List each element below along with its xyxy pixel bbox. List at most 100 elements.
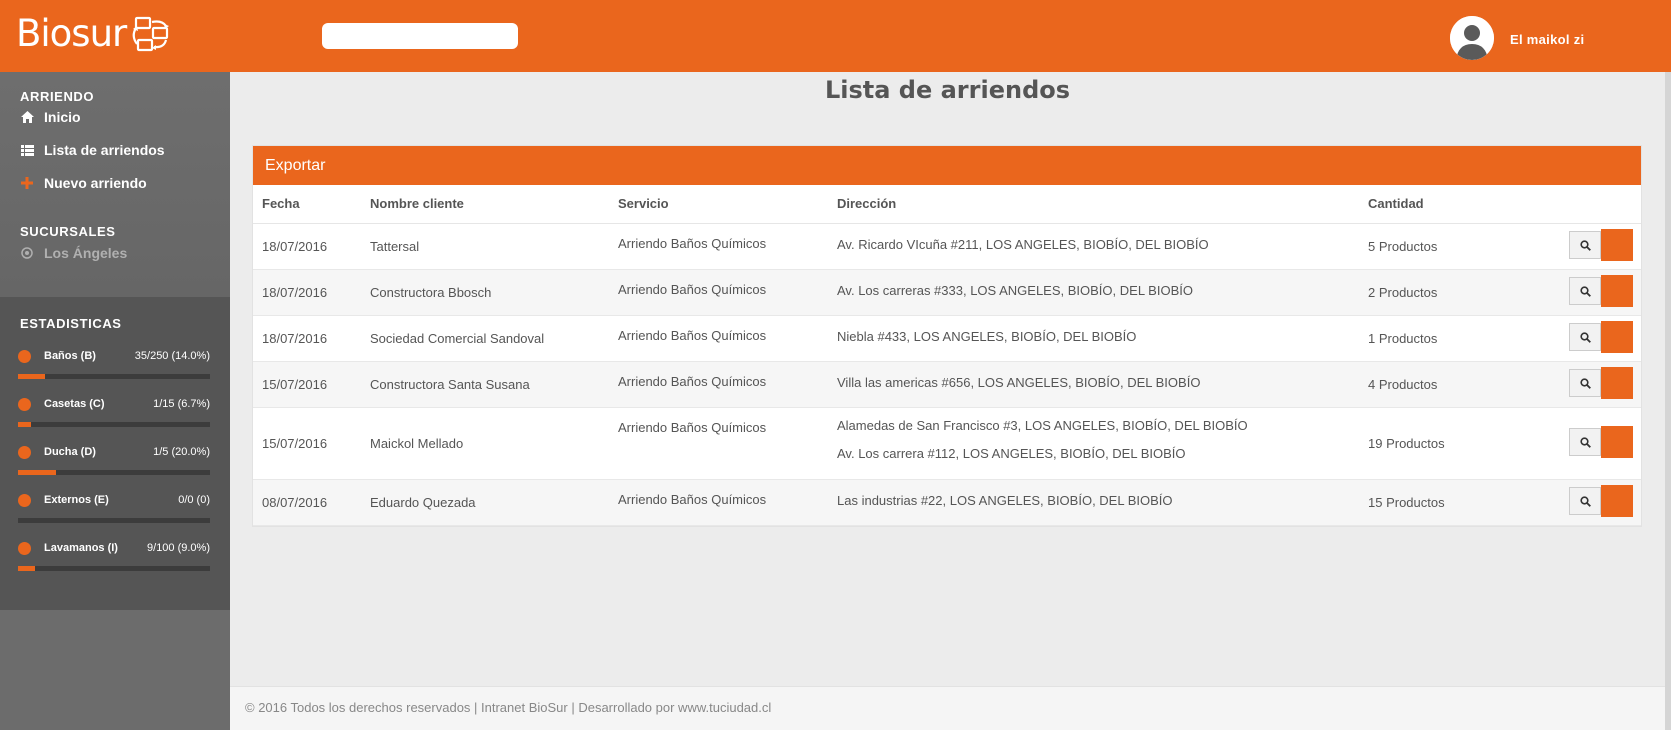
sidebar-heading-sucursales: SUCURSALES	[20, 224, 116, 239]
home-icon	[20, 111, 34, 123]
search-icon	[1579, 436, 1591, 448]
cell-actions	[1513, 315, 1641, 362]
stat-label: Lavamanos (I)	[44, 542, 118, 554]
address-line: Las industrias #22, LOS ANGELES, BIOBÍO,…	[837, 492, 1173, 508]
column-header-cliente: Nombre cliente	[361, 185, 609, 224]
cell-fecha: 18/07/2016	[253, 315, 361, 362]
table-row: 08/07/2016 Eduardo Quezada Arriendo Baños …	[253, 479, 1641, 526]
cell-cliente: Constructora Bbosch	[361, 269, 609, 316]
column-header-actions	[1513, 185, 1641, 224]
search-icon	[1579, 331, 1591, 343]
search-icon	[1579, 495, 1591, 507]
stat-label: Ducha (D)	[44, 446, 96, 458]
table-row: 18/07/2016 Tattersal Arriendo Baños Químic…	[253, 223, 1641, 270]
stat-progress-bar	[18, 470, 210, 475]
cell-actions	[1513, 407, 1641, 480]
cell-fecha: 18/07/2016	[253, 269, 361, 316]
cell-cliente: Constructora Santa Susana	[361, 361, 609, 408]
top-header: Biosur El maikol zi	[0, 0, 1671, 72]
action-button[interactable]	[1601, 367, 1633, 399]
stat-value: 1/5 (20.0%)	[153, 446, 210, 458]
cell-direccion: Av. Los carreras #333, LOS ANGELES, BIOB…	[828, 269, 1359, 316]
cell-servicio: Arriendo Baños Químicos	[609, 269, 828, 316]
sidebar-item-los-angeles[interactable]: Los Ángeles	[20, 245, 127, 261]
cell-servicio: Arriendo Baños Químicos	[609, 361, 828, 408]
action-button[interactable]	[1601, 229, 1633, 261]
search-icon	[1579, 285, 1591, 297]
table-row: 15/07/2016 Constructora Santa Susana Arrie…	[253, 361, 1641, 408]
cell-servicio: Arriendo Baños Químicos	[609, 223, 828, 270]
export-button[interactable]: Exportar	[253, 146, 1641, 185]
action-button[interactable]	[1601, 275, 1633, 307]
circle-icon	[18, 542, 31, 555]
cell-fecha: 15/07/2016	[253, 361, 361, 408]
search-icon	[1579, 239, 1591, 251]
cell-direccion: Las industrias #22, LOS ANGELES, BIOBÍO,…	[828, 479, 1359, 526]
column-header-servicio: Servicio	[609, 185, 828, 224]
action-button[interactable]	[1601, 485, 1633, 517]
plus-icon	[20, 177, 34, 189]
cell-cantidad: 2 Productos	[1359, 269, 1513, 316]
avatar[interactable]	[1450, 16, 1494, 60]
stat-progress-fill	[18, 374, 45, 379]
circle-icon	[18, 350, 31, 363]
cell-cantidad: 4 Productos	[1359, 361, 1513, 408]
table-header-row: Fecha Nombre cliente Servicio Dirección …	[253, 185, 1641, 224]
stat-progress-fill	[18, 566, 36, 571]
stat-value: 0/0 (0)	[178, 494, 210, 506]
sidebar-item-label: Inicio	[44, 109, 81, 125]
scrollbar[interactable]	[1665, 72, 1671, 730]
stat-progress-bar	[18, 374, 210, 379]
user-name[interactable]: El maikol zi	[1510, 32, 1584, 47]
view-button[interactable]	[1569, 369, 1601, 397]
address-line: Av. Ricardo VIcuña #211, LOS ANGELES, BI…	[837, 236, 1209, 252]
cell-actions	[1513, 361, 1641, 408]
stat-label: Casetas (C)	[44, 398, 105, 410]
cell-fecha: 08/07/2016	[253, 479, 361, 526]
column-header-fecha: Fecha	[253, 185, 361, 224]
column-header-cantidad: Cantidad	[1359, 185, 1513, 224]
user-icon	[1450, 16, 1494, 60]
cell-actions	[1513, 269, 1641, 316]
circle-icon	[18, 446, 31, 459]
stat-label: Externos (E)	[44, 494, 109, 506]
view-button[interactable]	[1569, 323, 1601, 351]
stat-progress-bar	[18, 518, 210, 523]
cell-direccion: Av. Ricardo VIcuña #211, LOS ANGELES, BI…	[828, 223, 1359, 270]
stat-value: 9/100 (9.0%)	[147, 542, 210, 554]
cell-servicio: Arriendo Baños Químicos	[609, 479, 828, 526]
action-button[interactable]	[1601, 321, 1633, 353]
cell-cliente: Eduardo Quezada	[361, 479, 609, 526]
view-button[interactable]	[1569, 487, 1601, 515]
sidebar-footer-space	[0, 610, 230, 730]
sidebar-item-inicio[interactable]: Inicio	[20, 109, 81, 125]
view-button[interactable]	[1569, 428, 1601, 456]
view-button[interactable]	[1569, 277, 1601, 305]
stat-progress-fill	[18, 470, 57, 475]
sidebar-item-label: Los Ángeles	[44, 245, 128, 261]
action-button[interactable]	[1601, 426, 1633, 458]
cell-servicio: Arriendo Baños Químicos	[609, 407, 828, 480]
rentals-table: Fecha Nombre cliente Servicio Dirección …	[253, 185, 1641, 526]
sidebar-item-lista-arriendos[interactable]: Lista de arriendos	[20, 142, 165, 158]
stat-progress-fill	[18, 422, 31, 427]
cell-direccion: Villa las americas #656, LOS ANGELES, BI…	[828, 361, 1359, 408]
list-icon	[20, 144, 34, 156]
view-button[interactable]	[1569, 231, 1601, 259]
search-input[interactable]	[322, 23, 518, 49]
address-line: Av. Los carreras #333, LOS ANGELES, BIOB…	[837, 282, 1193, 298]
brand-logo[interactable]: Biosur	[16, 14, 174, 54]
sidebar-item-label: Nuevo arriendo	[44, 175, 147, 191]
cell-fecha: 15/07/2016	[253, 407, 361, 480]
brand-logo-icon	[132, 16, 170, 52]
stat-value: 1/15 (6.7%)	[153, 398, 210, 410]
sidebar-heading-arriendo: ARRIENDO	[20, 89, 95, 104]
circle-icon	[18, 494, 31, 507]
stat-value: 35/250 (14.0%)	[134, 350, 210, 362]
sidebar-heading-estadisticas: ESTADISTICAS	[20, 316, 122, 331]
cell-fecha: 18/07/2016	[253, 223, 361, 270]
sidebar-item-nuevo-arriendo[interactable]: Nuevo arriendo	[20, 175, 147, 191]
stat-progress-bar	[18, 566, 210, 571]
stat-progress-bar	[18, 422, 210, 427]
table-row: 18/07/2016 Sociedad Comercial Sandoval Arr…	[253, 315, 1641, 362]
